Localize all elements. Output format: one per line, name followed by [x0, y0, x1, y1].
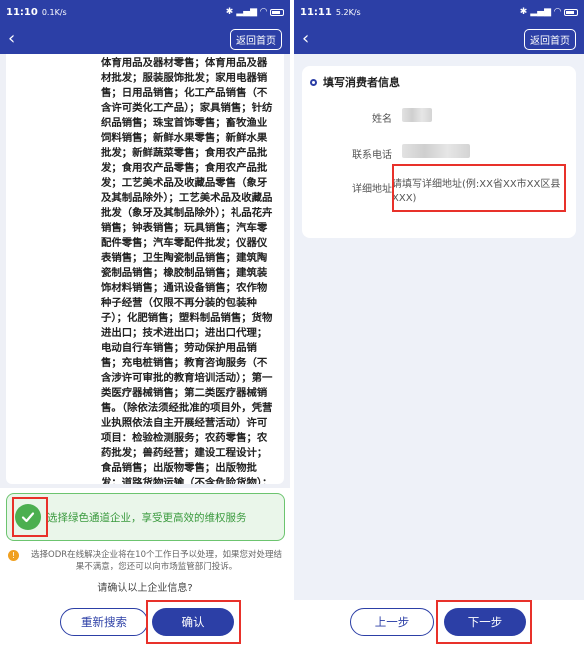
bottom-action-bar: 重新搜索 确认 — [0, 600, 290, 650]
phone-field[interactable] — [402, 144, 470, 158]
battery-icon — [564, 8, 578, 16]
consumer-info-card: 填写消费者信息 姓名 联系电话 详细地址 — [302, 66, 576, 238]
form-title: 填写消费者信息 — [310, 74, 400, 90]
back-arrow-icon[interactable]: ‹ — [302, 30, 322, 48]
odr-notice: ! 选择ODR在线解决企业将在10个工作日予以处理，如果您对处理结果不满意，您还… — [8, 549, 282, 573]
status-bar: 11:10 0.1K/s ✱ ▂▄▆ ◠ — [0, 0, 290, 24]
signal-icon: ▂▄▆ — [236, 7, 258, 17]
bullet-icon — [310, 78, 317, 86]
left-screen: 11:10 0.1K/s ✱ ▂▄▆ ◠ ‹ 返回首页 体育用品及器材零售；体育… — [0, 0, 290, 650]
green-channel-label: 选择绿色通道企业，享受更高效的维权服务 — [47, 511, 247, 524]
address-label: 详细地址 — [352, 184, 392, 195]
highlight-box — [436, 600, 532, 644]
highlight-box — [12, 497, 48, 537]
highlight-box — [392, 164, 566, 212]
status-speed: 5.2K/s — [335, 7, 361, 17]
bluetooth-icon: ✱ — [225, 7, 234, 17]
home-button[interactable]: 返回首页 — [230, 28, 282, 50]
back-arrow-icon[interactable]: ‹ — [8, 30, 28, 48]
wifi-icon: ◠ — [554, 7, 561, 17]
bluetooth-icon: ✱ — [519, 7, 528, 17]
nav-bar: ‹ 返回首页 — [0, 24, 290, 54]
status-bar: 11:11 5.2K/s ✱ ▂▄▆ ◠ — [294, 0, 584, 24]
business-scope-card: 体育用品及器材零售；体育用品及器材批发；服装服饰批发；家用电器销售；日用品销售；… — [6, 54, 284, 484]
prev-step-button[interactable]: 上一步 — [350, 608, 434, 636]
home-button[interactable]: 返回首页 — [524, 28, 576, 50]
confirm-question: 请确认以上企业信息? — [97, 583, 193, 594]
signal-icon: ▂▄▆ — [530, 7, 552, 17]
research-button[interactable]: 重新搜索 — [60, 608, 148, 636]
highlight-box — [146, 600, 241, 644]
right-screen: 11:11 5.2K/s ✱ ▂▄▆ ◠ ‹ 返回首页 填写消费者信息 姓名 联… — [294, 0, 584, 650]
battery-icon — [270, 8, 284, 16]
warning-icon: ! — [8, 550, 19, 561]
status-time: 11:10 — [6, 6, 38, 18]
business-scope-text: 体育用品及器材零售；体育用品及器材批发；服装服饰批发；家用电器销售；日用品销售；… — [101, 57, 273, 484]
wifi-icon: ◠ — [260, 7, 267, 17]
status-time: 11:11 — [300, 6, 332, 18]
status-speed: 0.1K/s — [41, 7, 67, 17]
notice-text: 选择ODR在线解决企业将在10个工作日予以处理，如果您对处理结果不满意，您还可以… — [31, 550, 282, 572]
name-label: 姓名 — [372, 114, 392, 125]
business-scope-panel[interactable]: 体育用品及器材零售；体育用品及器材批发；服装服饰批发；家用电器销售；日用品销售；… — [0, 54, 290, 488]
form-title-text: 填写消费者信息 — [323, 76, 400, 89]
name-field[interactable] — [402, 108, 432, 122]
nav-bar: ‹ 返回首页 — [294, 24, 584, 54]
phone-label: 联系电话 — [352, 150, 392, 161]
